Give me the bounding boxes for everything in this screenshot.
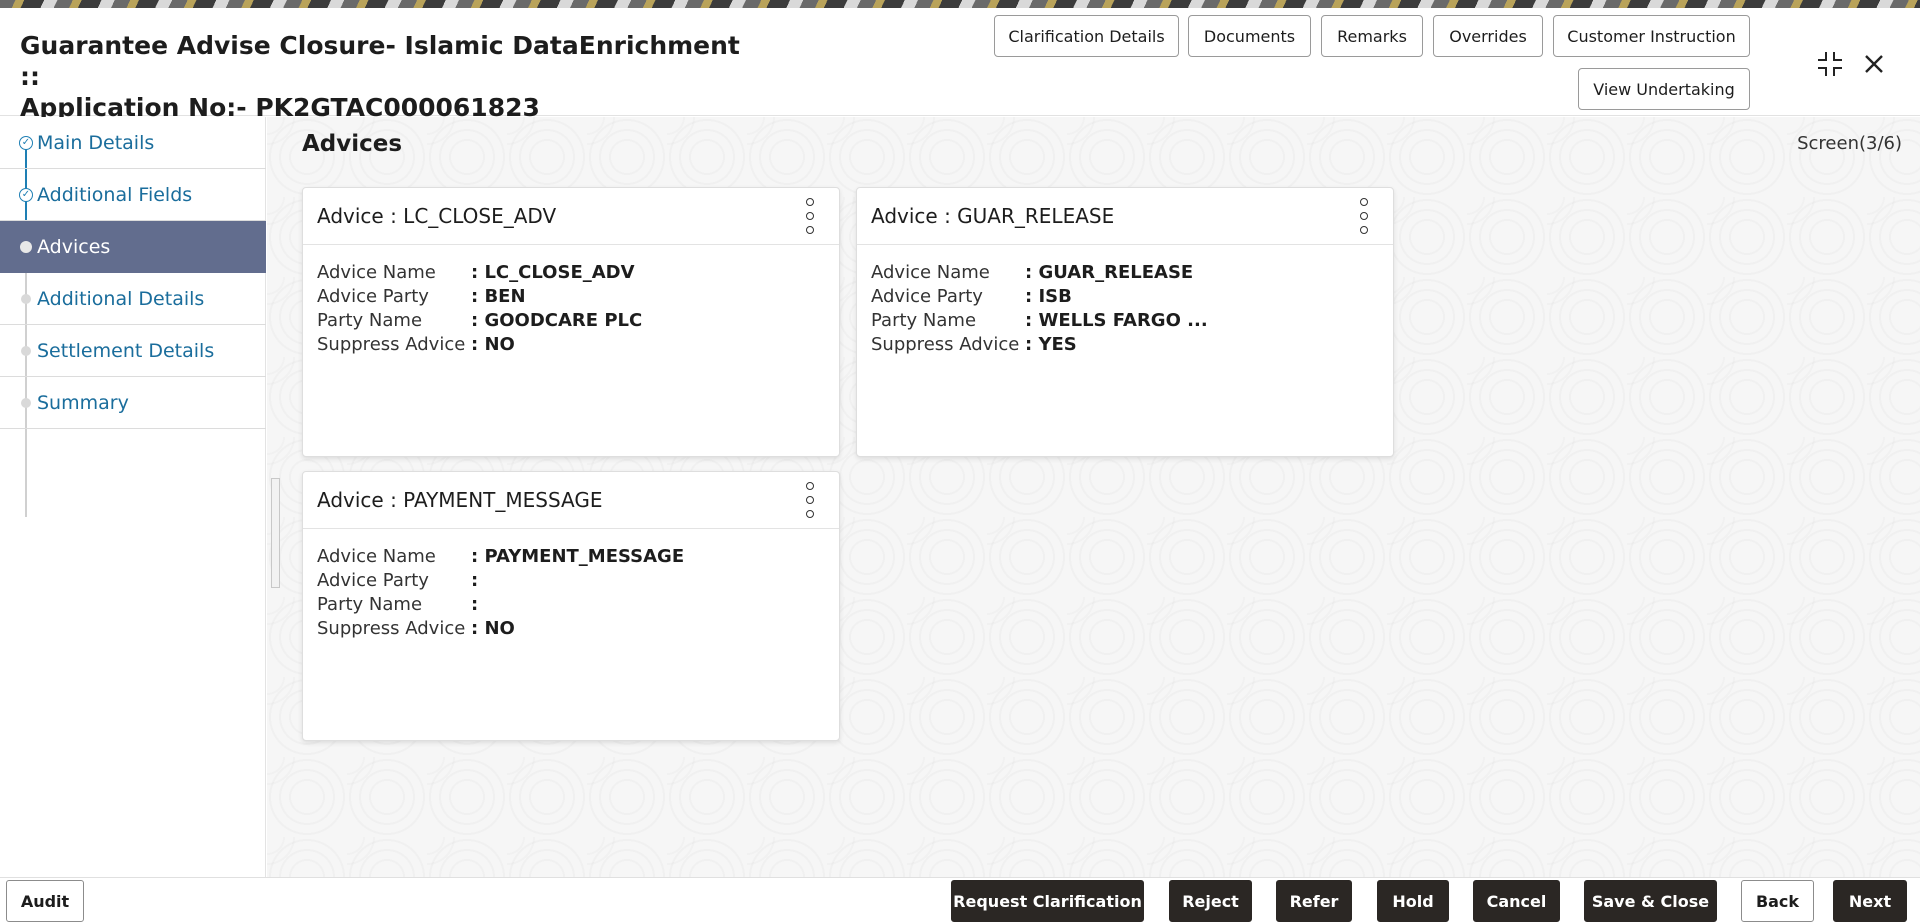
advice-party-value: : <box>471 569 479 591</box>
collapse-icon-glyph <box>1818 52 1842 76</box>
cancel-button[interactable]: Cancel <box>1473 880 1560 922</box>
view-undertaking-button[interactable]: View Undertaking <box>1578 68 1750 110</box>
advice-card-title: Advice : LC_CLOSE_ADV <box>317 204 557 228</box>
party-name-value: : <box>471 593 479 615</box>
advice-party-label: Advice Party <box>317 285 429 307</box>
party-name-label: Party Name <box>317 309 423 331</box>
next-button[interactable]: Next <box>1833 880 1907 922</box>
sidebar-item-advices[interactable]: Advices <box>0 221 266 273</box>
party-name-value: : GOODCARE PLC <box>471 309 643 331</box>
page-title-line1: Guarantee Advise Closure- Islamic DataEn… <box>20 31 740 91</box>
suppress-advice-value: : NO <box>471 333 515 355</box>
party-name-label: Party Name <box>871 309 977 331</box>
advice-name-label: Advice Name <box>317 261 436 283</box>
sidebar-item-additional-details[interactable]: Additional Details <box>0 273 266 325</box>
documents-button[interactable]: Documents <box>1188 15 1311 57</box>
top-banner-strip <box>0 0 1920 8</box>
advice-card-header: Advice : GUAR_RELEASE <box>857 188 1393 245</box>
sidebar-item-main-details[interactable]: ✓ Main Details <box>0 117 266 169</box>
suppress-advice-label: Suppress Advice <box>317 333 466 355</box>
suppress-advice-label: Suppress Advice <box>871 333 1020 355</box>
kebab-menu-icon[interactable] <box>803 198 817 234</box>
advice-party-label: Advice Party <box>317 569 429 591</box>
advice-card-header: Advice : PAYMENT_MESSAGE <box>303 472 839 529</box>
party-name-value: : WELLS FARGO ... <box>1025 309 1208 331</box>
sidebar-item-label: Settlement Details <box>37 339 215 362</box>
advice-card-title: Advice : PAYMENT_MESSAGE <box>317 488 603 512</box>
collapse-sidebar-handle[interactable] <box>271 478 280 588</box>
request-clarification-button[interactable]: Request Clarification <box>951 880 1144 922</box>
sidebar-item-label: Summary <box>37 391 129 414</box>
advice-party-value: : ISB <box>1025 285 1072 307</box>
audit-button[interactable]: Audit <box>6 880 84 922</box>
advice-card: Advice : LC_CLOSE_ADV Advice Name : LC_CL… <box>302 187 840 457</box>
footer-action-bar: Audit Request Clarification Reject Refer… <box>0 877 1920 924</box>
close-icon-glyph <box>1865 55 1883 73</box>
page-title: Guarantee Advise Closure- Islamic DataEn… <box>20 30 740 123</box>
screen-indicator: Screen(3/6) <box>1797 133 1902 154</box>
pending-step-icon <box>21 345 31 356</box>
sidebar-item-settlement-details[interactable]: Settlement Details <box>0 325 266 377</box>
sidebar-item-label: Additional Details <box>37 287 205 310</box>
advice-party-value: : BEN <box>471 285 526 307</box>
advice-card-header: Advice : LC_CLOSE_ADV <box>303 188 839 245</box>
pending-step-icon <box>21 293 31 304</box>
advice-card-body: Advice Name : GUAR_RELEASE Advice Party : … <box>871 260 1208 356</box>
collapse-icon[interactable] <box>1814 48 1846 80</box>
advice-card-body: Advice Name : LC_CLOSE_ADV Advice Party : … <box>317 260 642 356</box>
kebab-menu-icon[interactable] <box>803 482 817 518</box>
check-circle-icon: ✓ <box>19 187 33 202</box>
hold-button[interactable]: Hold <box>1377 880 1449 922</box>
current-step-icon <box>20 241 32 253</box>
section-title: Advices <box>302 131 403 157</box>
clarification-details-button[interactable]: Clarification Details <box>994 15 1179 57</box>
advice-name-value: : PAYMENT_MESSAGE <box>471 545 685 567</box>
advice-name-label: Advice Name <box>871 261 990 283</box>
advice-name-label: Advice Name <box>317 545 436 567</box>
sidebar-item-label: Main Details <box>37 131 155 154</box>
main-content: Advices Screen(3/6) Advice : LC_CLOSE_AD… <box>267 117 1920 877</box>
sidebar-item-summary[interactable]: Summary <box>0 377 266 429</box>
advice-name-value: : LC_CLOSE_ADV <box>471 261 635 283</box>
close-icon[interactable] <box>1858 48 1890 80</box>
party-name-label: Party Name <box>317 593 423 615</box>
sidebar-nav: ✓ Main Details ✓ Additional Fields Advic… <box>0 117 266 877</box>
advice-card-body: Advice Name : PAYMENT_MESSAGE Advice Part… <box>317 544 684 640</box>
sidebar-item-label: Advices <box>37 236 111 258</box>
refer-button[interactable]: Refer <box>1276 880 1352 922</box>
back-button[interactable]: Back <box>1741 880 1814 922</box>
kebab-menu-icon[interactable] <box>1357 198 1371 234</box>
suppress-advice-label: Suppress Advice <box>317 617 466 639</box>
remarks-button[interactable]: Remarks <box>1321 15 1423 57</box>
pending-step-icon <box>21 397 31 408</box>
check-circle-icon: ✓ <box>19 135 33 150</box>
advice-card-title: Advice : GUAR_RELEASE <box>871 204 1115 228</box>
save-and-close-button[interactable]: Save & Close <box>1584 880 1717 922</box>
advice-party-label: Advice Party <box>871 285 983 307</box>
advice-card: Advice : GUAR_RELEASE Advice Name : GUAR_… <box>856 187 1394 457</box>
sidebar-item-label: Additional Fields <box>37 183 193 206</box>
overrides-button[interactable]: Overrides <box>1433 15 1543 57</box>
reject-button[interactable]: Reject <box>1169 880 1252 922</box>
suppress-advice-value: : YES <box>1025 333 1077 355</box>
advice-card: Advice : PAYMENT_MESSAGE Advice Name : PA… <box>302 471 840 741</box>
page-header: Guarantee Advise Closure- Islamic DataEn… <box>0 8 1920 122</box>
customer-instruction-button[interactable]: Customer Instruction <box>1553 15 1750 57</box>
suppress-advice-value: : NO <box>471 617 515 639</box>
advice-name-value: : GUAR_RELEASE <box>1025 261 1194 283</box>
sidebar-item-additional-fields[interactable]: ✓ Additional Fields <box>0 169 266 221</box>
